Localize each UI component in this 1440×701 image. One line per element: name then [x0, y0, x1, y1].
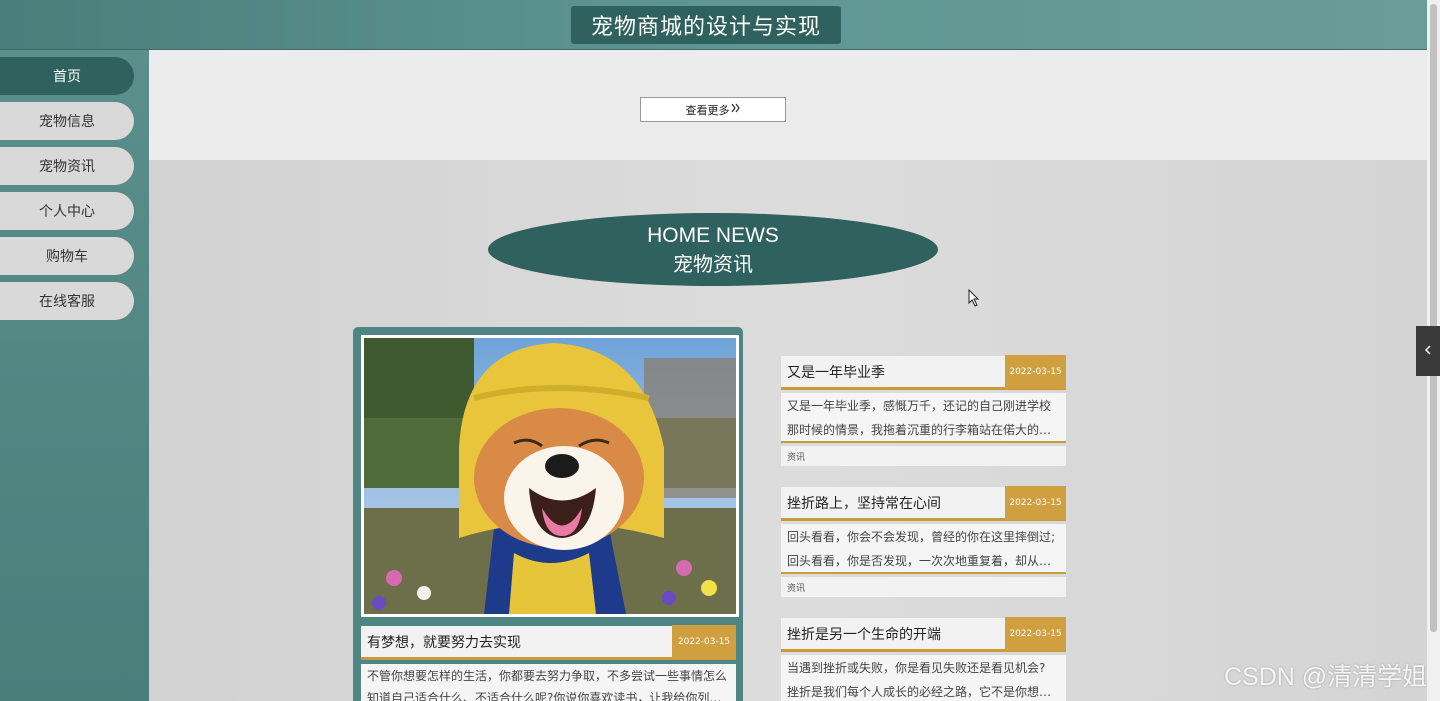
sidebar-item-personal-center[interactable]: 个人中心	[0, 192, 134, 230]
news-heading-cn: 宠物资讯	[673, 251, 753, 276]
news-date-badge: 2022-03-15	[1005, 616, 1066, 651]
news-desc-line: 那时候的情景，我拖着沉重的行李箱站在偌大的…	[787, 423, 1052, 437]
news-desc-line: 当遇到挫折或失败，你是看见失败还是看见机会?	[787, 661, 1046, 675]
news-tag: 资讯	[781, 446, 1066, 466]
featured-title-bar[interactable]: 有梦想，就要努力去实现 2022-03-15	[361, 624, 736, 660]
sidebar-item-label: 宠物资讯	[39, 159, 95, 175]
featured-dog-image[interactable]	[361, 335, 739, 617]
featured-news-title: 有梦想，就要努力去实现	[367, 634, 521, 651]
mouse-cursor-icon	[968, 288, 980, 307]
main-content: HOME NEWS 宠物资讯 有梦想，就要努力去实现 2022-03-15 不管…	[149, 160, 1427, 701]
news-title-bar[interactable]: 挫折是另一个生命的开端 2022-03-15	[781, 616, 1066, 652]
sidebar-item-online-service[interactable]: 在线客服	[0, 282, 134, 320]
news-desc: 回头看看，你会不会发现，曾经的你在这里摔倒过; 回头看看，你是否发现，一次次地重…	[781, 524, 1066, 574]
featured-news-desc: 不管你想要怎样的生活，你都要去努力争取，不多尝试一些事情怎么知道自己适合什么、不…	[361, 664, 736, 701]
sidebar-item-cart[interactable]: 购物车	[0, 237, 134, 275]
news-title: 挫折是另一个生命的开端	[787, 626, 941, 643]
news-desc-line: 回头看看，你会不会发现，曾经的你在这里摔倒过;	[787, 530, 1056, 544]
news-heading-en: HOME NEWS	[647, 223, 779, 247]
featured-news-card[interactable]: 有梦想，就要努力去实现 2022-03-15 不管你想要怎样的生活，你都要去努力…	[353, 327, 743, 701]
banner-area: 查看更多	[149, 50, 1427, 160]
top-header: 宠物商城的设计与实现	[0, 0, 1427, 50]
news-title-bar[interactable]: 又是一年毕业季 2022-03-15	[781, 354, 1066, 390]
sidebar-item-label: 购物车	[46, 249, 88, 265]
sidebar-item-label: 在线客服	[39, 294, 95, 310]
csdn-watermark: CSDN @清清学姐	[1224, 663, 1428, 691]
side-collapse-tab[interactable]	[1416, 326, 1440, 376]
news-card[interactable]: 挫折是另一个生命的开端 2022-03-15 当遇到挫折或失败，你是看见失败还是…	[781, 616, 1066, 701]
news-desc-line: 回头看看，你是否发现，一次次地重复着，却从…	[787, 554, 1052, 568]
news-card[interactable]: 挫折路上，坚持常在心间 2022-03-15 回头看看，你会不会发现，曾经的你在…	[781, 485, 1066, 597]
news-date-badge: 2022-03-15	[1005, 485, 1066, 520]
news-desc: 当遇到挫折或失败，你是看见失败还是看见机会? 挫折是我们每个人成长的必经之路，它…	[781, 655, 1066, 701]
news-desc-line: 又是一年毕业季，感慨万千，还记的自己刚进学校	[787, 399, 1052, 413]
sidebar-item-label: 个人中心	[39, 204, 95, 220]
featured-date-badge: 2022-03-15	[672, 624, 736, 659]
sidebar-item-label: 宠物信息	[39, 114, 95, 130]
news-title-bar[interactable]: 挫折路上，坚持常在心间 2022-03-15	[781, 485, 1066, 521]
news-section-heading: HOME NEWS 宠物资讯	[488, 213, 938, 286]
double-chevron-right-icon	[731, 103, 741, 116]
sidebar-item-label: 首页	[53, 69, 81, 85]
sidebar-item-pet-news[interactable]: 宠物资讯	[0, 147, 134, 185]
scrollbar-thumb[interactable]	[1430, 4, 1437, 632]
news-desc-line: 挫折是我们每个人成长的必经之路，它不是你想…	[787, 685, 1052, 699]
news-card[interactable]: 又是一年毕业季 2022-03-15 又是一年毕业季，感慨万千，还记的自己刚进学…	[781, 354, 1066, 466]
news-date-badge: 2022-03-15	[1005, 354, 1066, 389]
sidebar-nav: 首页 宠物信息 宠物资讯 个人中心 购物车 在线客服	[0, 50, 149, 701]
news-title: 又是一年毕业季	[787, 364, 885, 381]
view-more-label: 查看更多	[685, 103, 730, 117]
chevron-left-icon	[1424, 343, 1432, 359]
news-tag: 资讯	[781, 577, 1066, 597]
news-title: 挫折路上，坚持常在心间	[787, 495, 941, 512]
news-desc: 又是一年毕业季，感慨万千，还记的自己刚进学校 那时候的情景，我拖着沉重的行李箱站…	[781, 393, 1066, 443]
sidebar-item-pet-info[interactable]: 宠物信息	[0, 102, 134, 140]
sidebar-item-home[interactable]: 首页	[0, 57, 134, 95]
site-title: 宠物商城的设计与实现	[571, 6, 841, 44]
view-more-button[interactable]: 查看更多	[640, 97, 786, 122]
